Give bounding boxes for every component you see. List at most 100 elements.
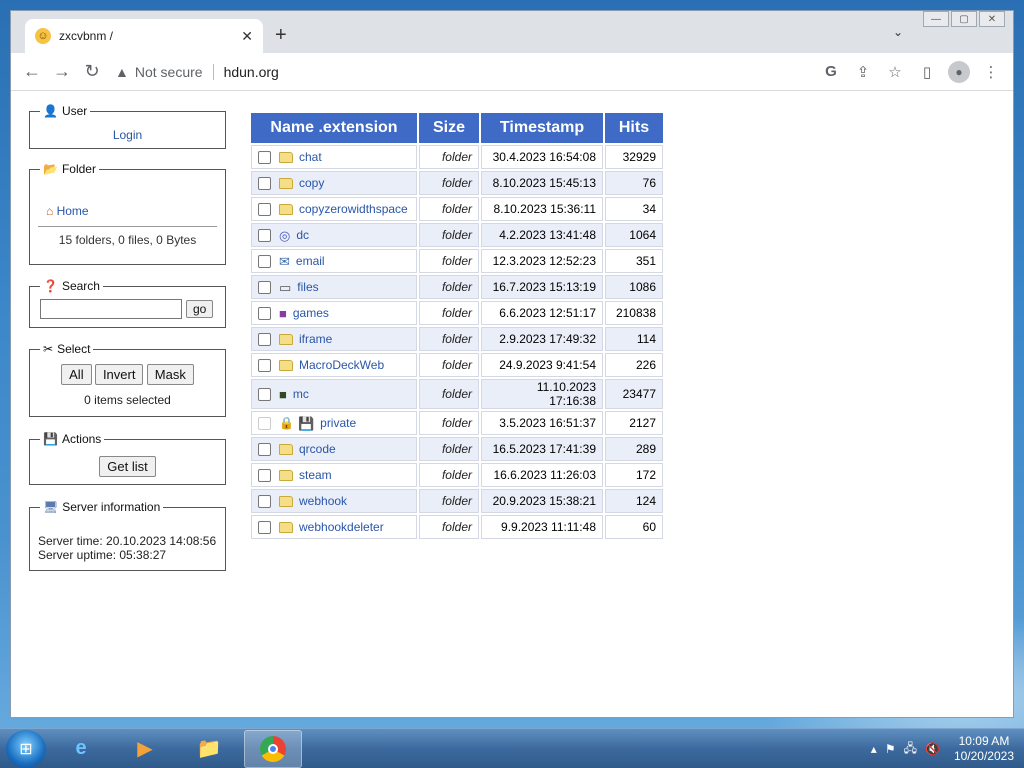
row-checkbox[interactable] [258, 281, 271, 295]
file-link[interactable]: files [297, 280, 318, 294]
files-icon: ▭ [279, 280, 292, 296]
profile-button[interactable]: ● [943, 57, 975, 87]
security-label[interactable]: Not secure [135, 64, 203, 80]
row-checkbox[interactable] [258, 255, 271, 269]
row-checkbox[interactable] [258, 521, 271, 535]
row-checkbox[interactable] [258, 203, 271, 217]
browser-tab[interactable]: ☺ zxcvbnm / ✕ [25, 19, 263, 53]
tray-expand-icon[interactable]: ▴ [871, 742, 877, 756]
table-row[interactable]: ■ mc folder 11.10.2023 17:16:38 23477 [251, 379, 663, 409]
home-link[interactable]: Home [57, 204, 89, 218]
volume-muted-icon[interactable]: 🔇 [925, 742, 940, 756]
row-checkbox[interactable] [258, 495, 271, 509]
file-link[interactable]: dc [296, 228, 309, 242]
floppy-disk-icon: 💾 [43, 432, 58, 446]
cell-size: folder [419, 197, 479, 221]
file-link[interactable]: copy [299, 176, 324, 190]
url-text[interactable]: hdun.org [224, 64, 279, 80]
table-row[interactable]: iframe folder 2.9.2023 17:49:32 114 [251, 327, 663, 351]
file-link[interactable]: webhookdeleter [299, 520, 384, 534]
select-all-button[interactable]: All [61, 364, 92, 385]
cell-timestamp: 16.7.2023 15:13:19 [481, 275, 603, 299]
col-size-header[interactable]: Size [419, 113, 479, 143]
table-row[interactable]: copyzerowidthspace folder 8.10.2023 15:3… [251, 197, 663, 221]
row-checkbox[interactable] [258, 229, 271, 243]
row-checkbox[interactable] [258, 359, 271, 373]
smiley-favicon-icon: ☺ [35, 28, 51, 44]
table-row[interactable]: ■ games folder 6.6.2023 12:51:17 210838 [251, 301, 663, 325]
col-timestamp-header[interactable]: Timestamp [481, 113, 603, 143]
forward-icon[interactable]: → [47, 57, 77, 87]
go-button[interactable]: go [186, 300, 214, 318]
reload-icon[interactable]: ↻ [77, 57, 107, 87]
table-row[interactable]: 🔒 💾 private folder 3.5.2023 16:51:37 2127 [251, 411, 663, 435]
internet-explorer-icon[interactable]: e [52, 730, 110, 768]
file-link[interactable]: private [320, 416, 356, 430]
table-row[interactable]: webhookdeleter folder 9.9.2023 11:11:48 … [251, 515, 663, 539]
close-window-button[interactable]: ✕ [979, 11, 1005, 27]
tab-close-icon[interactable]: ✕ [241, 28, 253, 45]
table-row[interactable]: steam folder 16.6.2023 11:26:03 172 [251, 463, 663, 487]
taskbar-clock[interactable]: 10:09 AM 10/20/2023 [954, 734, 1014, 764]
maximize-button[interactable]: ▢ [951, 11, 977, 27]
side-panel-icon[interactable]: ▯ [911, 57, 943, 87]
menu-kebab-icon[interactable]: ⋮ [975, 57, 1007, 87]
media-player-icon[interactable]: ▶ [116, 730, 174, 768]
select-legend: ✂ Select [40, 342, 94, 356]
table-row[interactable]: ◎ dc folder 4.2.2023 13:41:48 1064 [251, 223, 663, 247]
new-tab-button[interactable]: + [275, 24, 287, 47]
row-checkbox[interactable] [258, 388, 271, 402]
file-link[interactable]: copyzerowidthspace [299, 202, 408, 216]
row-checkbox[interactable] [258, 177, 271, 191]
back-icon[interactable]: ← [17, 57, 47, 87]
file-link[interactable]: qrcode [299, 442, 336, 456]
chrome-icon[interactable] [244, 729, 302, 768]
minimize-button[interactable]: — [923, 11, 949, 27]
action-center-flag-icon[interactable]: ⚑ [885, 742, 896, 756]
share-icon[interactable]: ⇪ [847, 57, 879, 87]
address-bar[interactable]: ▲ Not secure hdun.org [115, 57, 807, 87]
table-row[interactable]: copy folder 8.10.2023 15:45:13 76 [251, 171, 663, 195]
login-link[interactable]: Login [113, 128, 142, 142]
cell-hits: 289 [605, 437, 663, 461]
row-checkbox[interactable] [258, 333, 271, 347]
row-checkbox[interactable] [258, 469, 271, 483]
file-link[interactable]: chat [299, 150, 322, 164]
row-checkbox[interactable] [258, 443, 271, 457]
cell-hits: 76 [605, 171, 663, 195]
cell-name: iframe [251, 327, 417, 351]
network-icon[interactable]: 🖧 [904, 739, 917, 760]
table-row[interactable]: ▭ files folder 16.7.2023 15:13:19 1086 [251, 275, 663, 299]
file-explorer-icon[interactable]: 📁 [180, 730, 238, 768]
warning-icon[interactable]: ▲ [115, 64, 129, 80]
file-link[interactable]: steam [299, 468, 332, 482]
row-checkbox[interactable] [258, 307, 271, 321]
table-row[interactable]: qrcode folder 16.5.2023 17:41:39 289 [251, 437, 663, 461]
search-input[interactable] [40, 299, 182, 319]
cell-name: 🔒 💾 private [251, 411, 417, 435]
col-hits-header[interactable]: Hits [605, 113, 663, 143]
start-button[interactable]: ⊞ [6, 729, 46, 768]
invert-selection-button[interactable]: Invert [94, 364, 144, 385]
table-row[interactable]: MacroDeckWeb folder 24.9.2023 9:41:54 22… [251, 353, 663, 377]
file-link[interactable]: mc [293, 387, 309, 401]
table-row[interactable]: ✉ email folder 12.3.2023 12:52:23 351 [251, 249, 663, 273]
row-checkbox[interactable] [258, 151, 271, 165]
file-link[interactable]: games [293, 306, 329, 320]
mask-button[interactable]: Mask [146, 364, 194, 385]
col-name-header[interactable]: Name .extension [251, 113, 417, 143]
folder-panel: 📂 Folder ⌂ Home 15 folders, 0 files, 0 B… [29, 162, 226, 265]
file-link[interactable]: email [296, 254, 325, 268]
table-row[interactable]: webhook folder 20.9.2023 15:38:21 124 [251, 489, 663, 513]
cell-hits: 60 [605, 515, 663, 539]
file-link[interactable]: webhook [299, 494, 347, 508]
file-link[interactable]: iframe [299, 332, 332, 346]
tab-search-chevron-icon[interactable]: ⌄ [893, 25, 903, 39]
get-list-button[interactable]: Get list [99, 456, 156, 477]
google-lens-icon[interactable]: G [815, 57, 847, 87]
file-link[interactable]: MacroDeckWeb [299, 358, 384, 372]
actions-legend: 💾 Actions [40, 432, 105, 446]
table-row[interactable]: chat folder 30.4.2023 16:54:08 32929 [251, 145, 663, 169]
taskbar: ⊞ e ▶ 📁 ▴ ⚑ 🖧 🔇 10:09 AM 10/20/2023 [0, 728, 1024, 768]
bookmark-star-icon[interactable]: ☆ [879, 57, 911, 87]
